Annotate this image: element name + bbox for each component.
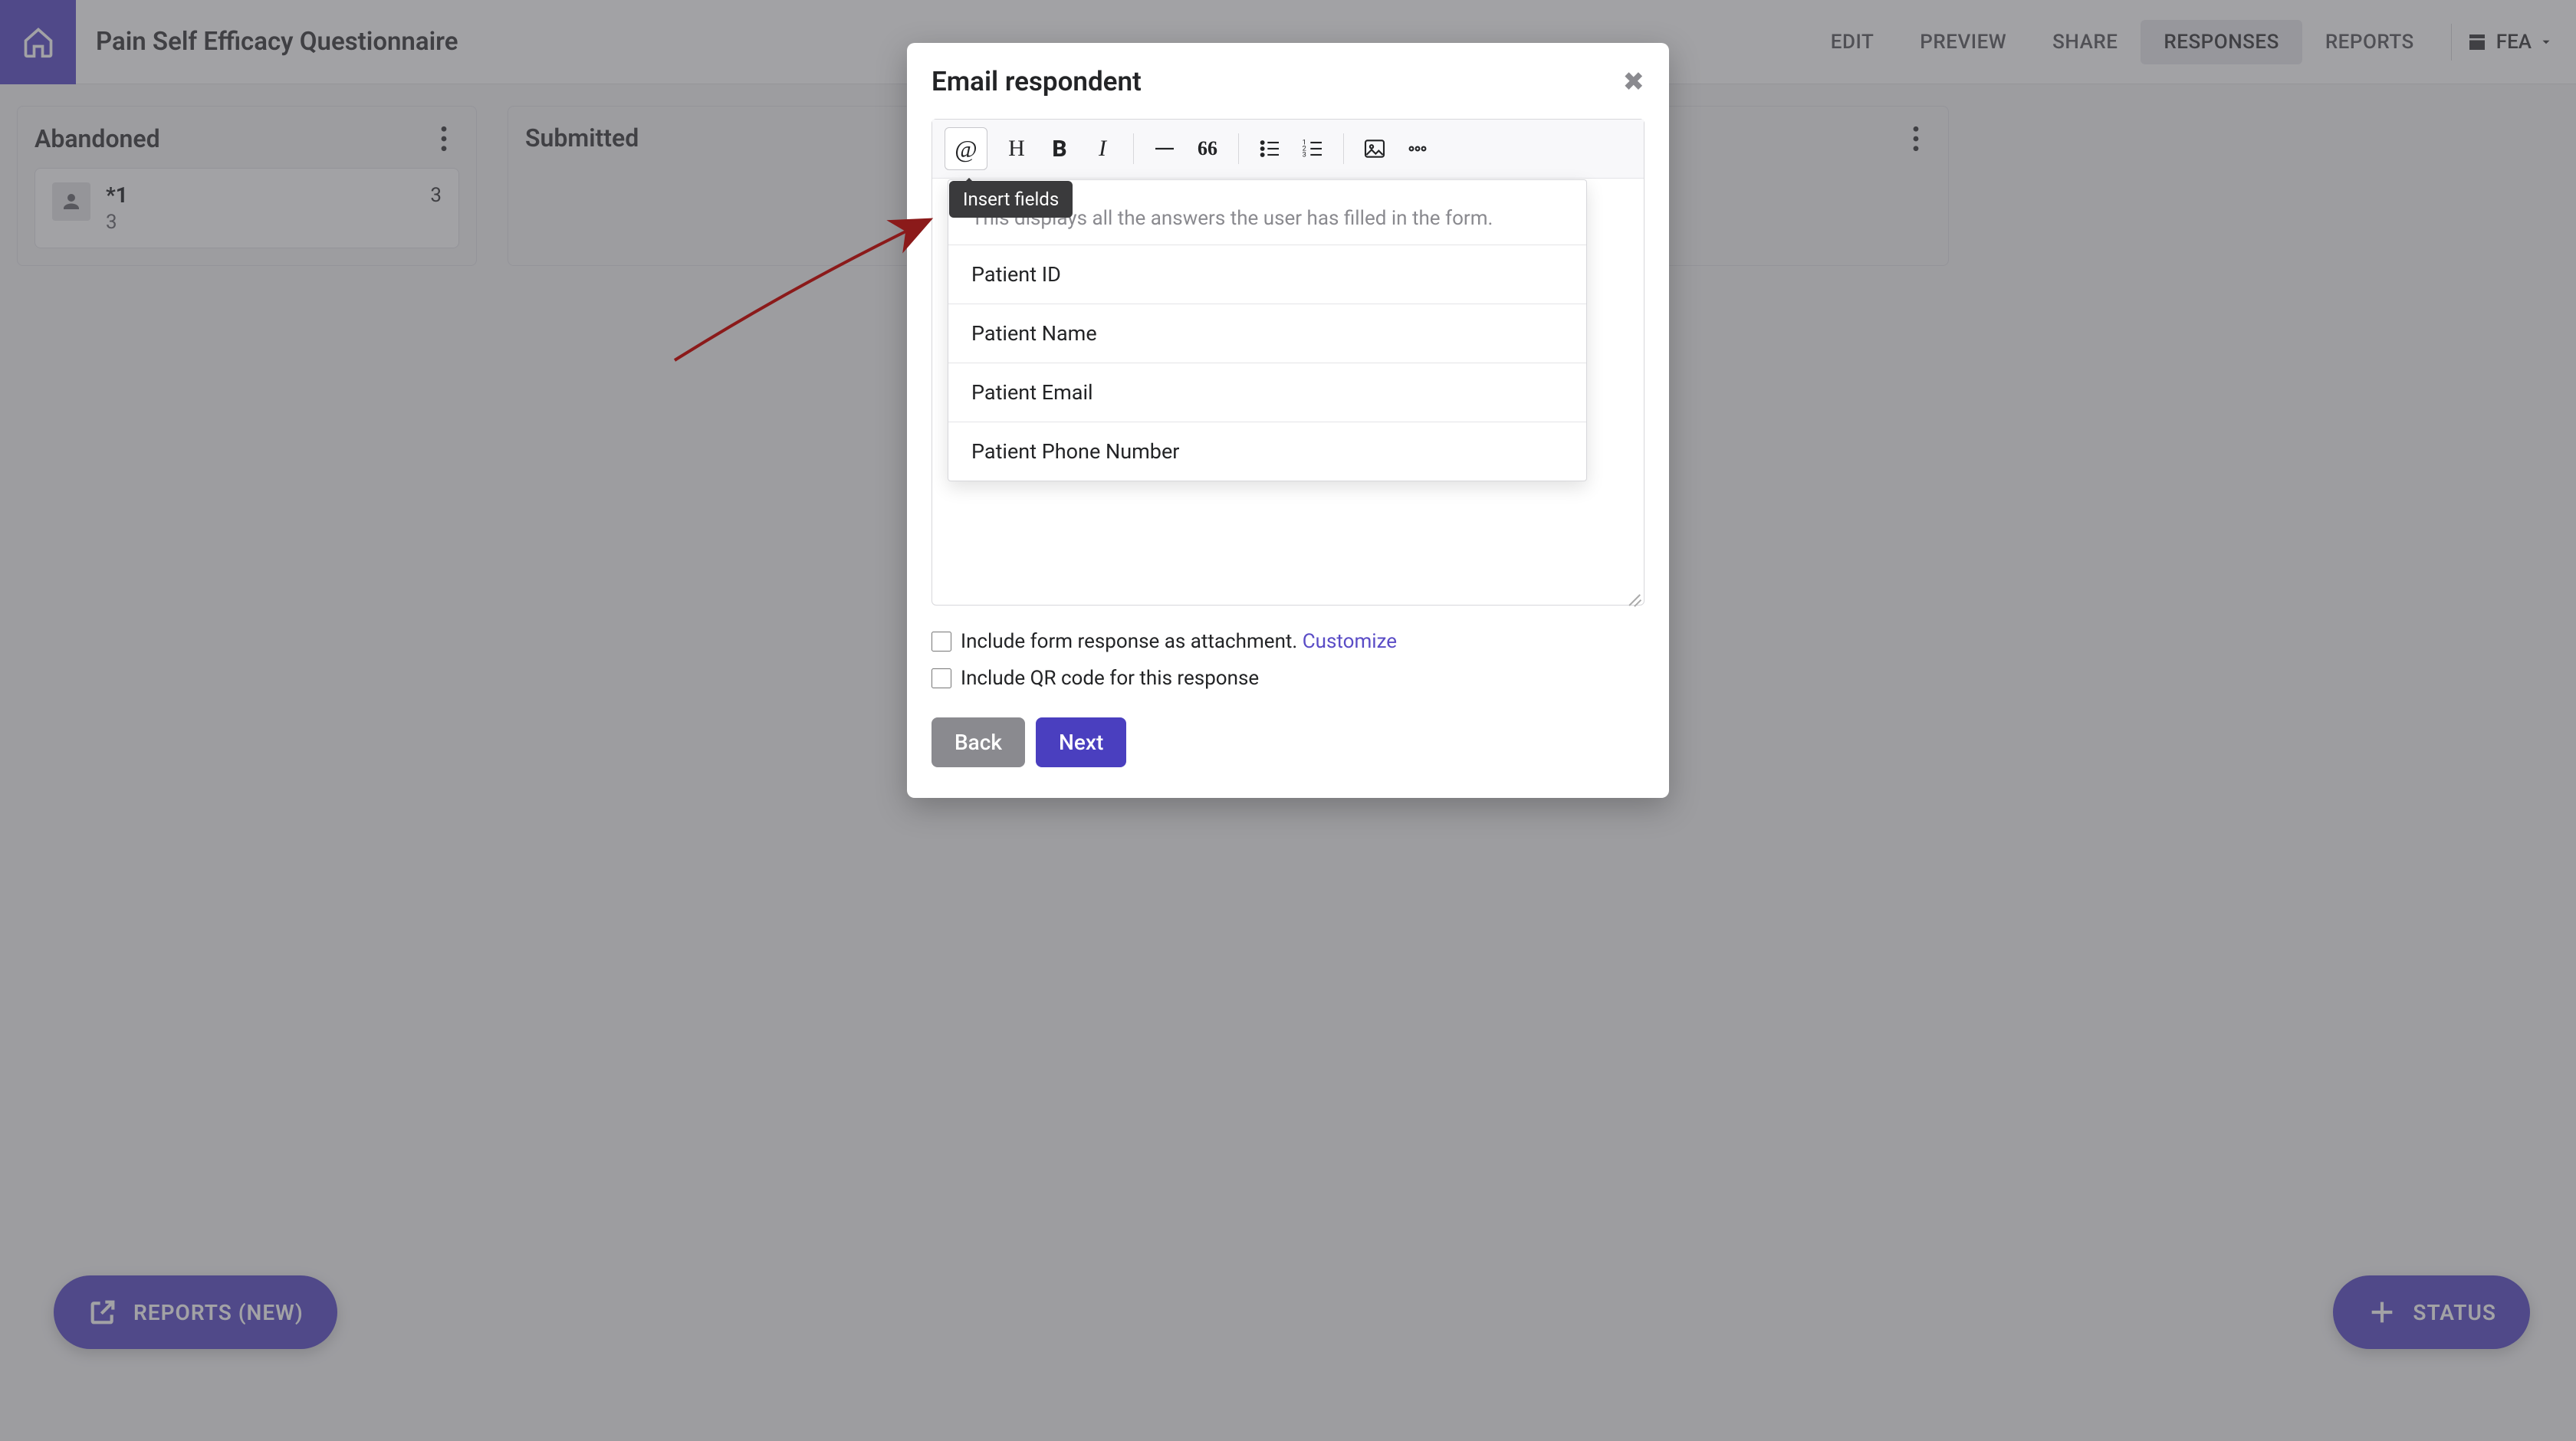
field-item-patient-phone[interactable]: Patient Phone Number	[948, 422, 1586, 481]
bold-button[interactable]: B	[1038, 127, 1081, 170]
toolbar-separator	[1238, 133, 1239, 164]
include-qr-row[interactable]: Include QR code for this response	[932, 667, 1644, 690]
quote-button[interactable]: 66	[1186, 127, 1229, 170]
quote-icon: 66	[1198, 137, 1217, 160]
insert-fields-dropdown: This displays all the answers the user h…	[948, 179, 1587, 481]
include-attachment-label: Include form response as attachment.	[961, 630, 1303, 653]
more-button[interactable]	[1396, 127, 1439, 170]
bullet-list-button[interactable]	[1248, 127, 1291, 170]
svg-text:3: 3	[1303, 151, 1306, 159]
modal-close-button[interactable]: ✖	[1623, 67, 1645, 97]
heading-button[interactable]: H	[995, 127, 1038, 170]
insert-fields-tooltip: Insert fields	[949, 181, 1073, 218]
numbered-list-button[interactable]: 123	[1291, 127, 1334, 170]
field-item-patient-email[interactable]: Patient Email	[948, 363, 1586, 422]
editor-toolbar: @ H B I 66 123 Insert fields	[932, 120, 1644, 179]
field-item-patient-name[interactable]: Patient Name	[948, 304, 1586, 363]
field-item-patient-id[interactable]: Patient ID	[948, 245, 1586, 304]
italic-icon: I	[1099, 136, 1106, 162]
heading-icon: H	[1008, 136, 1025, 162]
resize-handle[interactable]	[1624, 585, 1642, 603]
back-button[interactable]: Back	[932, 717, 1025, 767]
horizontal-rule-icon	[1152, 136, 1177, 161]
more-horizontal-icon	[1405, 136, 1430, 161]
image-button[interactable]	[1353, 127, 1396, 170]
rich-text-editor: @ H B I 66 123 Insert fields	[932, 119, 1644, 606]
bold-icon: B	[1052, 136, 1066, 162]
modal-overlay[interactable]: Email respondent ✖ @ H B I 66 123	[0, 0, 2576, 1441]
next-button[interactable]: Next	[1036, 717, 1126, 767]
at-icon: @	[955, 135, 977, 163]
include-attachment-checkbox[interactable]	[932, 632, 951, 652]
hr-button[interactable]	[1143, 127, 1186, 170]
toolbar-separator	[1133, 133, 1134, 164]
include-attachment-row[interactable]: Include form response as attachment. Cus…	[932, 630, 1644, 653]
image-icon	[1362, 136, 1387, 161]
bullet-list-icon	[1257, 136, 1282, 161]
include-qr-label: Include QR code for this response	[961, 667, 1259, 690]
italic-button[interactable]: I	[1081, 127, 1124, 170]
numbered-list-icon: 123	[1300, 136, 1325, 161]
toolbar-separator	[1343, 133, 1344, 164]
customize-link[interactable]: Customize	[1303, 630, 1397, 653]
email-respondent-modal: Email respondent ✖ @ H B I 66 123	[907, 43, 1669, 798]
include-qr-checkbox[interactable]	[932, 668, 951, 688]
insert-fields-button[interactable]: @	[945, 127, 987, 170]
modal-title: Email respondent	[932, 66, 1142, 97]
